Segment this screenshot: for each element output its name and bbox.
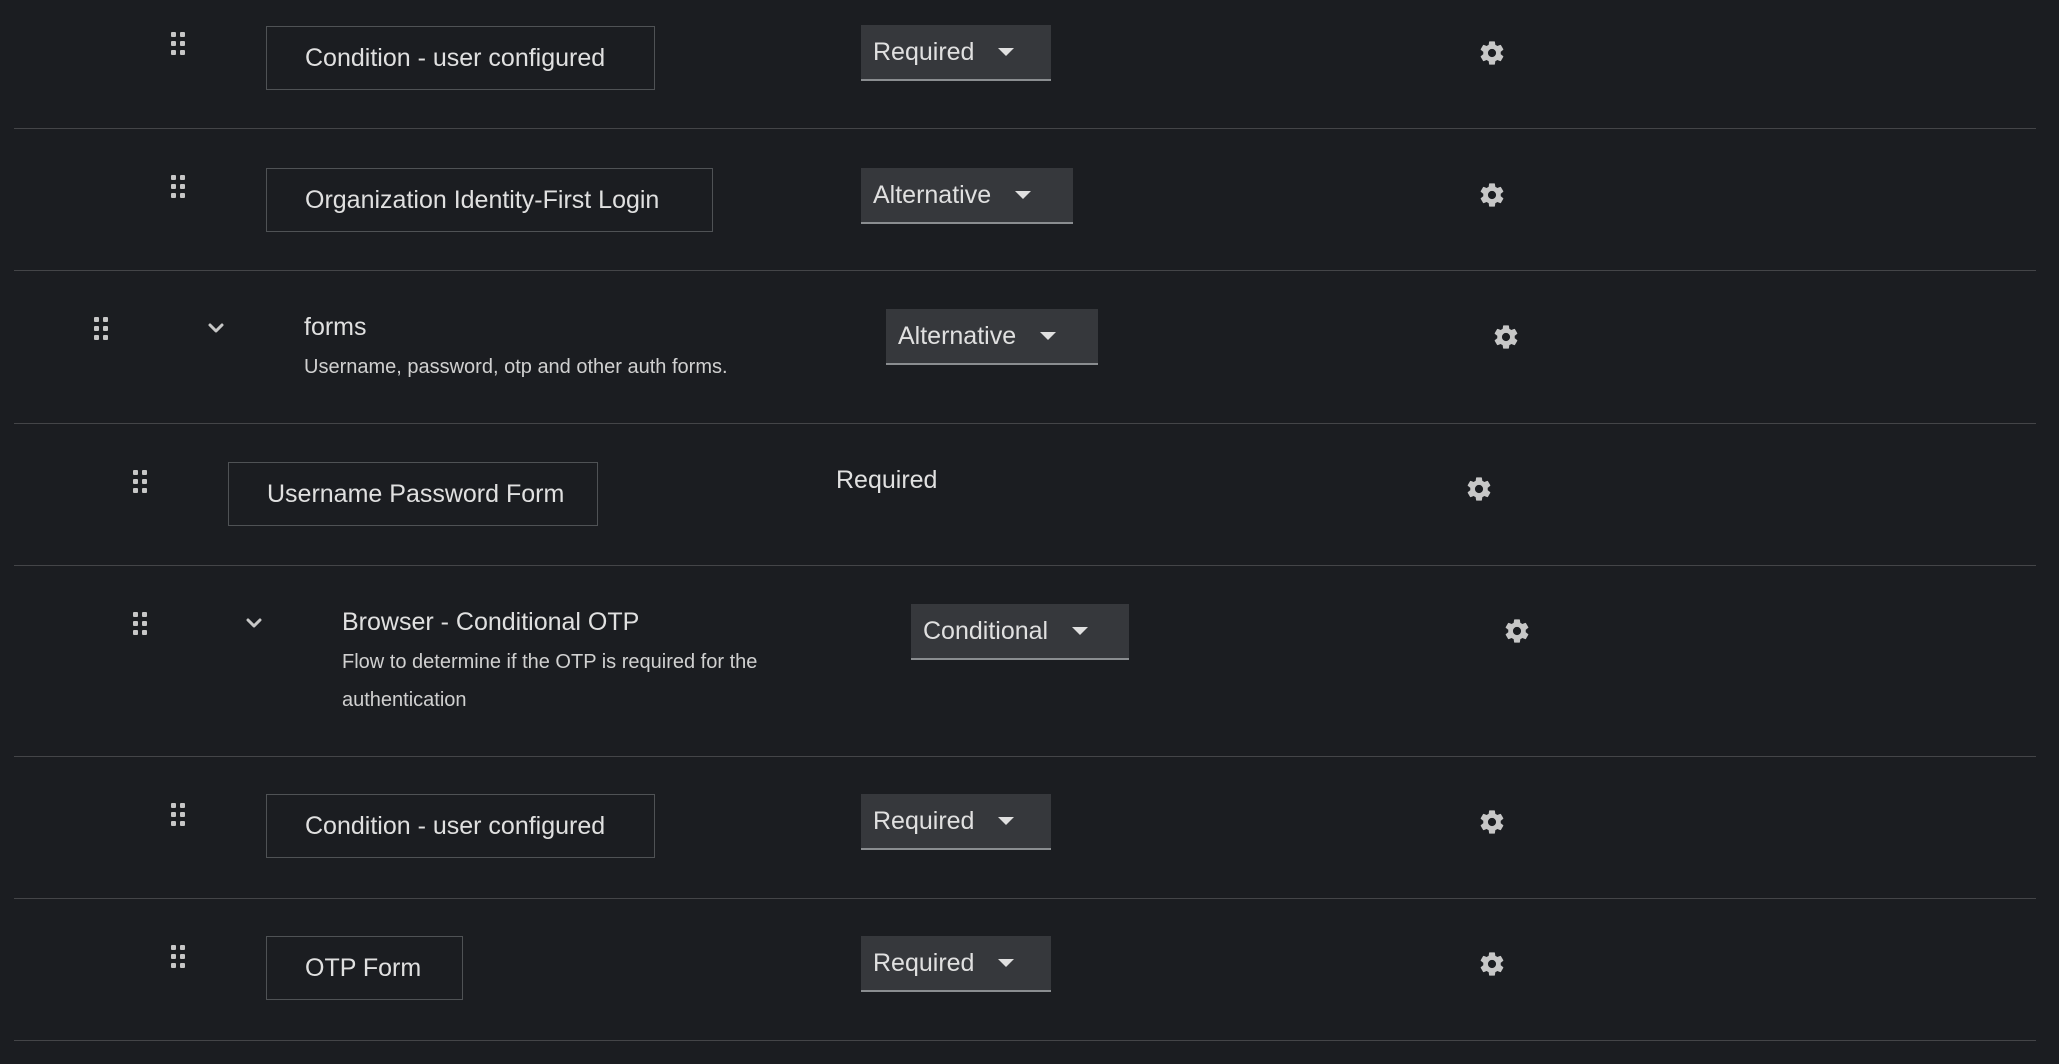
gear-icon[interactable] — [1478, 39, 1506, 67]
gear-icon[interactable] — [1465, 475, 1493, 503]
drag-handle-icon[interactable] — [171, 945, 185, 969]
requirement-select[interactable]: Conditional — [911, 604, 1129, 660]
chevron-down-icon[interactable] — [206, 318, 226, 338]
requirement-select[interactable]: Required — [861, 936, 1051, 992]
flow-executions-table: Condition - user configured Required Org… — [0, 0, 2059, 1064]
requirement-select[interactable]: Required — [861, 25, 1051, 81]
execution-name[interactable]: Username Password Form — [228, 462, 598, 526]
caret-down-icon — [998, 48, 1015, 56]
table-row: Username Password Form Required — [14, 424, 2036, 566]
execution-name[interactable]: Condition - user configured — [266, 794, 655, 858]
requirement-select[interactable]: Alternative — [861, 168, 1073, 224]
caret-down-icon — [1040, 332, 1057, 340]
caret-down-icon — [998, 959, 1015, 967]
gear-icon[interactable] — [1478, 808, 1506, 836]
drag-handle-icon[interactable] — [171, 32, 185, 56]
requirement-value: Required — [836, 466, 938, 494]
caret-down-icon — [1072, 627, 1089, 635]
drag-handle-icon[interactable] — [171, 803, 185, 827]
gear-icon[interactable] — [1478, 950, 1506, 978]
flow-title: forms — [304, 313, 367, 341]
requirement-value: Required — [873, 37, 975, 66]
table-row: forms Username, password, otp and other … — [14, 271, 2036, 424]
caret-down-icon — [1015, 191, 1032, 199]
drag-handle-icon[interactable] — [133, 470, 147, 494]
requirement-select[interactable]: Required — [861, 794, 1051, 850]
execution-name[interactable]: Condition - user configured — [266, 26, 655, 90]
drag-handle-icon[interactable] — [171, 175, 185, 199]
requirement-select[interactable]: Alternative — [886, 309, 1098, 365]
table-row: Condition - user configured Required — [14, 0, 2036, 129]
gear-icon[interactable] — [1492, 323, 1520, 351]
requirement-value: Required — [873, 948, 975, 977]
caret-down-icon — [998, 817, 1015, 825]
table-row: Condition - user configured Required — [14, 757, 2036, 899]
requirement-value: Alternative — [873, 180, 992, 209]
drag-handle-icon[interactable] — [133, 612, 147, 636]
drag-handle-icon[interactable] — [94, 317, 108, 341]
requirement-value: Conditional — [923, 616, 1049, 645]
requirement-value: Alternative — [898, 321, 1017, 350]
flow-description-line: Flow to determine if the OTP is required… — [342, 651, 758, 673]
flow-description-line: authentication — [342, 689, 467, 711]
execution-name[interactable]: Organization Identity-First Login — [266, 168, 713, 232]
table-row: Organization Identity-First Login Altern… — [14, 129, 2036, 271]
table-row: Browser - Conditional OTP Flow to determ… — [14, 566, 2036, 757]
execution-name[interactable]: OTP Form — [266, 936, 463, 1000]
table-row: OTP Form Required — [14, 899, 2036, 1041]
gear-icon[interactable] — [1503, 617, 1531, 645]
flow-title: Browser - Conditional OTP — [342, 608, 640, 636]
requirement-value: Required — [873, 806, 975, 835]
flow-description: Username, password, otp and other auth f… — [304, 356, 728, 378]
gear-icon[interactable] — [1478, 181, 1506, 209]
chevron-down-icon[interactable] — [244, 613, 264, 633]
